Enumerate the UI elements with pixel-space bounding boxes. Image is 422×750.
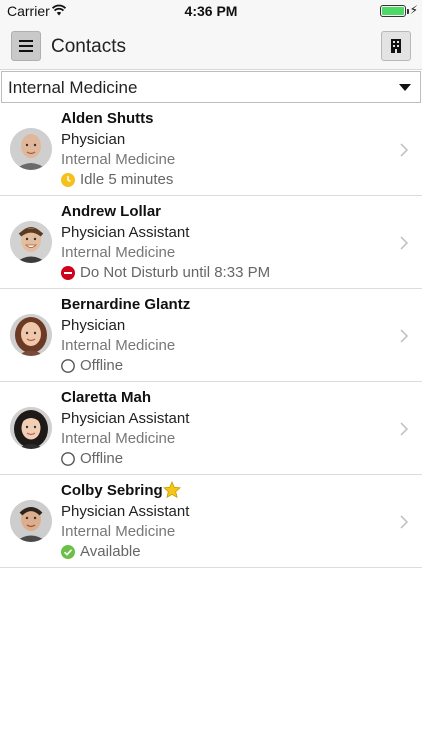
contact-department: Internal Medicine bbox=[61, 151, 176, 168]
chevron-right-icon bbox=[400, 329, 408, 343]
offline-circle-icon bbox=[61, 359, 75, 373]
navigation-bar: Contacts bbox=[0, 22, 422, 70]
contact-row[interactable]: Bernardine Glantz Physician Internal Med… bbox=[0, 289, 422, 382]
page-title: Contacts bbox=[51, 36, 126, 57]
caret-down-icon bbox=[399, 84, 411, 91]
avatar bbox=[10, 128, 52, 170]
status-time: 4:36 PM bbox=[184, 3, 238, 19]
department-select-value: Internal Medicine bbox=[8, 78, 138, 97]
idle-clock-icon bbox=[61, 173, 75, 187]
chevron-right-icon bbox=[400, 515, 408, 529]
contact-row[interactable]: Colby Sebring Physician Assistant Intern… bbox=[0, 475, 422, 568]
presence-status: Do Not Disturb until 8:33 PM bbox=[80, 264, 271, 281]
chevron-right-icon bbox=[400, 143, 408, 157]
presence-status: Available bbox=[80, 543, 141, 560]
contact-list: Alden Shutts Physician Internal Medicine… bbox=[0, 103, 422, 568]
avatar bbox=[10, 314, 52, 356]
directory-button[interactable] bbox=[381, 31, 411, 61]
contact-name: Colby Sebring bbox=[61, 482, 163, 499]
avatar bbox=[10, 500, 52, 542]
contact-row[interactable]: Alden Shutts Physician Internal Medicine… bbox=[0, 103, 422, 196]
contact-department: Internal Medicine bbox=[61, 337, 176, 354]
contact-name: Bernardine Glantz bbox=[61, 296, 191, 313]
favorite-star-icon[interactable] bbox=[163, 481, 181, 499]
contact-title: Physician bbox=[61, 317, 126, 334]
presence-status: Offline bbox=[80, 450, 124, 467]
do-not-disturb-icon bbox=[61, 266, 75, 280]
avatar bbox=[10, 407, 52, 449]
battery-icon bbox=[380, 5, 406, 17]
contact-name: Alden Shutts bbox=[61, 110, 154, 127]
available-check-icon bbox=[61, 545, 75, 559]
building-icon bbox=[391, 39, 401, 53]
contact-row[interactable]: Claretta Mah Physician Assistant Interna… bbox=[0, 382, 422, 475]
contact-name: Andrew Lollar bbox=[61, 203, 162, 220]
department-select[interactable]: Internal Medicine bbox=[1, 71, 421, 103]
offline-circle-icon bbox=[61, 452, 75, 466]
presence-status: Idle 5 minutes bbox=[80, 171, 174, 188]
contact-name: Claretta Mah bbox=[61, 389, 152, 406]
status-bar: Carrier 4:36 PM ⚡ bbox=[0, 0, 422, 22]
contact-title: Physician Assistant bbox=[61, 503, 190, 520]
chevron-right-icon bbox=[400, 236, 408, 250]
contact-row[interactable]: Andrew Lollar Physician Assistant Intern… bbox=[0, 196, 422, 289]
menu-button[interactable] bbox=[11, 31, 41, 61]
contact-department: Internal Medicine bbox=[61, 523, 176, 540]
avatar bbox=[10, 221, 52, 263]
contact-title: Physician Assistant bbox=[61, 410, 190, 427]
contact-title: Physician Assistant bbox=[61, 224, 190, 241]
charging-icon: ⚡ bbox=[409, 3, 418, 17]
contact-department: Internal Medicine bbox=[61, 244, 176, 261]
contact-title: Physician bbox=[61, 131, 126, 148]
contact-department: Internal Medicine bbox=[61, 430, 176, 447]
chevron-right-icon bbox=[400, 422, 408, 436]
presence-status: Offline bbox=[80, 357, 124, 374]
